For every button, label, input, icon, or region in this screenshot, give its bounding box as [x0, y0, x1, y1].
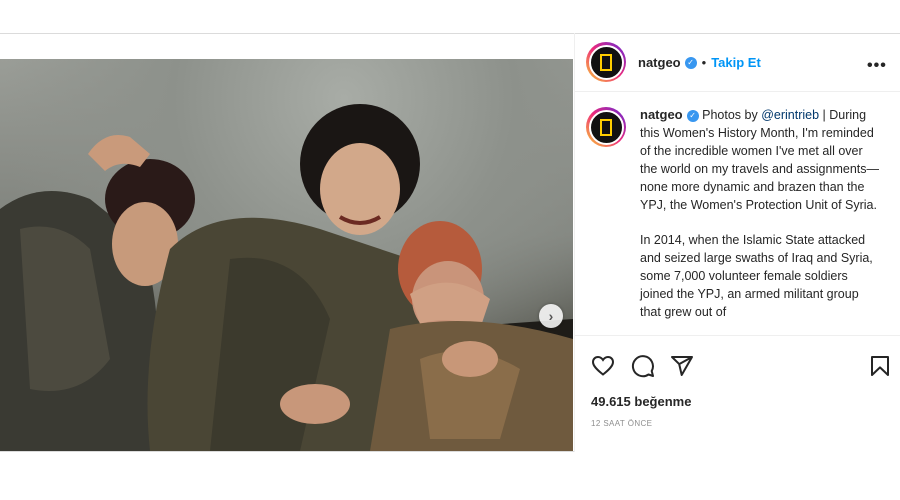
caption-mention-link[interactable]: @erintrieb	[761, 108, 819, 122]
verified-badge-icon: ✓	[684, 56, 697, 69]
header-separator: •	[701, 55, 707, 70]
more-options-icon[interactable]: •••	[867, 57, 887, 75]
heart-icon[interactable]	[591, 354, 615, 378]
header-meta: natgeo ✓ • Takip Et	[638, 54, 761, 72]
photo-subjects	[0, 104, 573, 451]
caption-username[interactable]: natgeo	[640, 107, 683, 122]
caption-paragraph-2: In 2014, when the Islamic State attacked…	[640, 233, 873, 319]
caption-scroll-area[interactable]: natgeo ✓ Photos by @erintrieb | During th…	[575, 92, 900, 369]
caption-avatar[interactable]	[586, 107, 626, 147]
post-timestamp[interactable]: 12 SAAT ÖNCE	[591, 419, 652, 428]
carousel-next-button[interactable]: ›	[539, 304, 563, 328]
header-username[interactable]: natgeo	[638, 55, 681, 70]
post-caption: natgeo ✓ Photos by @erintrieb | During th…	[640, 106, 880, 338]
comment-icon[interactable]	[631, 354, 655, 378]
post-actions: 49.615 beğenme 12 SAAT ÖNCE	[575, 335, 900, 452]
avatar[interactable]	[586, 42, 626, 82]
post-sidebar: natgeo ✓ • Takip Et ••• natgeo ✓ Photos by @…	[574, 33, 900, 452]
natgeo-logo-icon	[600, 53, 612, 71]
post-header: natgeo ✓ • Takip Et •••	[575, 33, 900, 92]
post-photo[interactable]: ›	[0, 59, 573, 451]
send-icon[interactable]	[670, 354, 694, 378]
natgeo-logo-icon	[600, 118, 612, 136]
likes-count[interactable]: 49.615 beğenme	[591, 394, 691, 409]
bookmark-icon[interactable]	[868, 354, 892, 378]
follow-button[interactable]: Takip Et	[711, 55, 761, 70]
caption-text: | During this Women's History Month, I'm…	[640, 108, 879, 212]
avatar-image	[588, 44, 624, 80]
verified-badge-icon: ✓	[686, 109, 699, 122]
caption-prefix: Photos by	[702, 108, 762, 122]
caption-paragraph-1: natgeo ✓ Photos by @erintrieb | During th…	[640, 106, 880, 214]
caption-avatar-image	[588, 109, 624, 145]
